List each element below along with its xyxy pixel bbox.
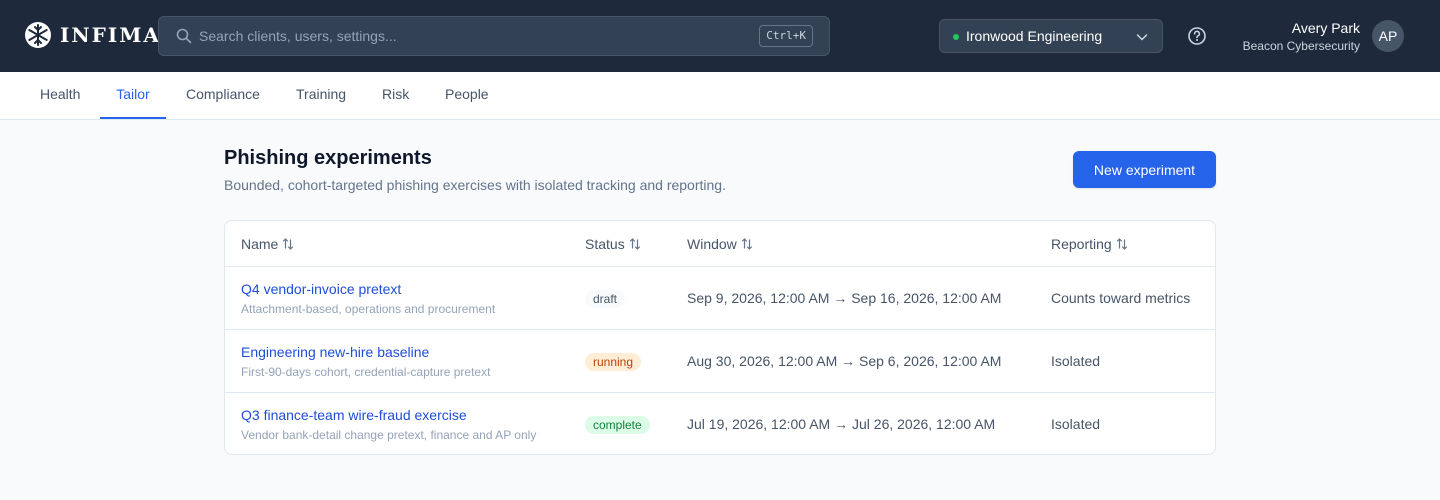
- experiment-name-cell: Q4 vendor-invoice pretext Attachment-bas…: [241, 281, 495, 317]
- reporting-cell: Counts toward metrics: [1051, 290, 1191, 306]
- column-header-label: Status: [585, 236, 625, 252]
- column-header-name[interactable]: Name: [241, 236, 294, 252]
- experiments-table: Name Status Window Reporting Q4 vendor-i…: [224, 220, 1216, 455]
- page-header: Phishing experiments Bounded, cohort-tar…: [224, 145, 726, 194]
- sort-icon: [741, 238, 752, 250]
- logo[interactable]: INFIMA: [24, 21, 161, 49]
- experiment-name-cell: Q3 finance-team wire-fraud exercise Vend…: [241, 407, 536, 443]
- experiment-name-link[interactable]: Q3 finance-team wire-fraud exercise: [241, 407, 536, 424]
- help-icon[interactable]: [1187, 26, 1207, 46]
- window-cell: Sep 9, 2026, 12:00 AM → Sep 16, 2026, 12…: [687, 290, 1002, 306]
- experiment-name-link[interactable]: Engineering new-hire baseline: [241, 344, 490, 361]
- experiment-name-link[interactable]: Q4 vendor-invoice pretext: [241, 281, 495, 298]
- window-cell: Aug 30, 2026, 12:00 AM → Sep 6, 2026, 12…: [687, 353, 1002, 369]
- tab-health[interactable]: Health: [40, 72, 80, 119]
- sort-icon: [283, 238, 294, 250]
- org-status-dot: [953, 34, 959, 40]
- user-organization: Beacon Cybersecurity: [1242, 39, 1360, 53]
- experiment-description: Vendor bank-detail change pretext, finan…: [241, 428, 537, 442]
- window-cell: Jul 19, 2026, 12:00 AM → Jul 26, 2026, 1…: [687, 416, 996, 432]
- column-header-status[interactable]: Status: [585, 236, 641, 252]
- column-header-label: Reporting: [1051, 236, 1112, 252]
- status-badge: complete: [585, 416, 650, 434]
- search-input[interactable]: [199, 17, 759, 55]
- new-experiment-button[interactable]: New experiment: [1073, 151, 1216, 188]
- user-name: Avery Park: [1291, 20, 1360, 36]
- status-badge: running: [585, 353, 642, 371]
- sort-icon: [629, 238, 640, 250]
- user-info[interactable]: Avery Park Beacon Cybersecurity: [1243, 19, 1360, 54]
- tab-compliance[interactable]: Compliance: [186, 72, 260, 119]
- tab-risk[interactable]: Risk: [382, 72, 409, 119]
- page-subtitle: Bounded, cohort-targeted phishing exerci…: [224, 177, 726, 193]
- table-header: Name Status Window Reporting: [225, 221, 1215, 267]
- column-header-label: Name: [241, 236, 279, 252]
- tab-training[interactable]: Training: [296, 72, 346, 119]
- avatar[interactable]: AP: [1372, 20, 1404, 52]
- tab-bar: Health Tailor Compliance Training Risk P…: [0, 72, 1440, 120]
- tab-people[interactable]: People: [445, 72, 489, 119]
- chevron-down-icon: [1136, 34, 1148, 41]
- logo-text: INFIMA: [60, 23, 161, 47]
- tab-tailor[interactable]: Tailor: [100, 72, 166, 119]
- table-row[interactable]: Engineering new-hire baseline First-90-d…: [225, 330, 1215, 393]
- top-bar: INFIMA Ctrl+K Ironwood Engineering Avery…: [0, 0, 1440, 72]
- reporting-cell: Isolated: [1051, 353, 1101, 369]
- sort-icon: [1116, 238, 1127, 250]
- reporting-cell: Isolated: [1051, 416, 1101, 432]
- column-header-label: Window: [687, 236, 737, 252]
- table-row[interactable]: Q4 vendor-invoice pretext Attachment-bas…: [225, 267, 1215, 330]
- column-header-reporting[interactable]: Reporting: [1051, 236, 1128, 252]
- column-header-window[interactable]: Window: [687, 236, 753, 252]
- search-icon: [176, 28, 192, 44]
- snowflake-logo-icon: [25, 22, 51, 48]
- table-row[interactable]: Q3 finance-team wire-fraud exercise Vend…: [225, 393, 1215, 454]
- page-title: Phishing experiments: [224, 147, 432, 169]
- organization-name: Ironwood Engineering: [966, 28, 1103, 44]
- status-badge: draft: [585, 290, 626, 308]
- experiment-description: First-90-days cohort, credential-capture…: [241, 365, 491, 379]
- search-shortcut-hint: Ctrl+K: [759, 25, 813, 47]
- global-search[interactable]: Ctrl+K: [158, 16, 830, 56]
- experiment-description: Attachment-based, operations and procure…: [241, 302, 496, 316]
- organization-selector[interactable]: Ironwood Engineering: [939, 19, 1163, 53]
- experiment-name-cell: Engineering new-hire baseline First-90-d…: [241, 344, 490, 380]
